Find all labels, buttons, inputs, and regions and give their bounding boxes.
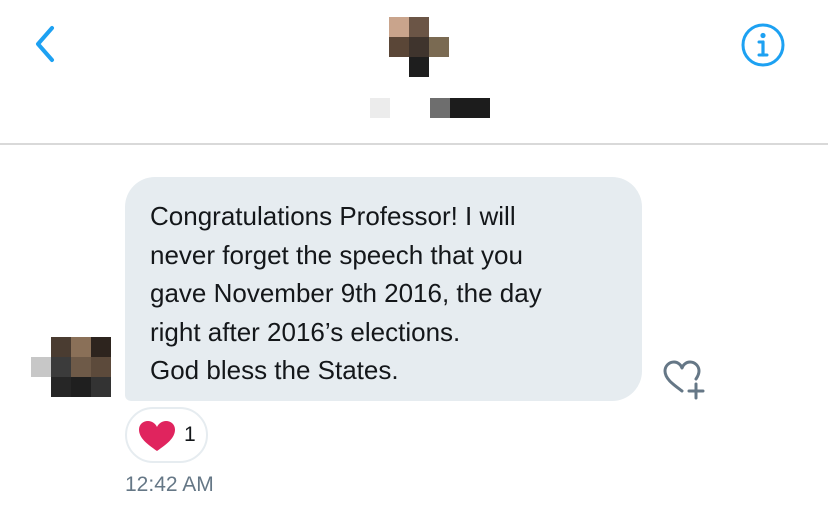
- reaction-count: 1: [184, 423, 196, 446]
- info-circle-icon: [741, 23, 785, 67]
- message-text-line: right after 2016’s elections.: [150, 316, 461, 347]
- heart-plus-icon: [663, 360, 705, 400]
- back-button[interactable]: [26, 22, 66, 66]
- dm-conversation-screen: Congratulations Professor! I will never …: [0, 0, 828, 509]
- header-divider: [0, 143, 828, 145]
- message-text-line: never forget the speech that you: [150, 239, 523, 270]
- like-message-button[interactable]: [660, 357, 708, 401]
- header-avatar[interactable]: [389, 17, 451, 79]
- message-text-line: God bless the States.: [150, 355, 399, 385]
- sender-avatar[interactable]: [31, 337, 111, 401]
- chevron-left-icon: [36, 26, 54, 62]
- message-timestamp: 12:42 AM: [125, 473, 214, 496]
- info-button[interactable]: [740, 22, 786, 68]
- header-username-redacted: [370, 98, 492, 120]
- message-text-line: gave November 9th 2016, the day: [150, 278, 542, 308]
- heart-icon: [139, 421, 175, 451]
- message-text-line: Congratulations Professor! I will: [150, 201, 516, 231]
- conversation-header: [0, 0, 828, 143]
- reaction-pill[interactable]: 1: [125, 407, 208, 463]
- message-bubble[interactable]: Congratulations Professor! I will never …: [125, 177, 642, 401]
